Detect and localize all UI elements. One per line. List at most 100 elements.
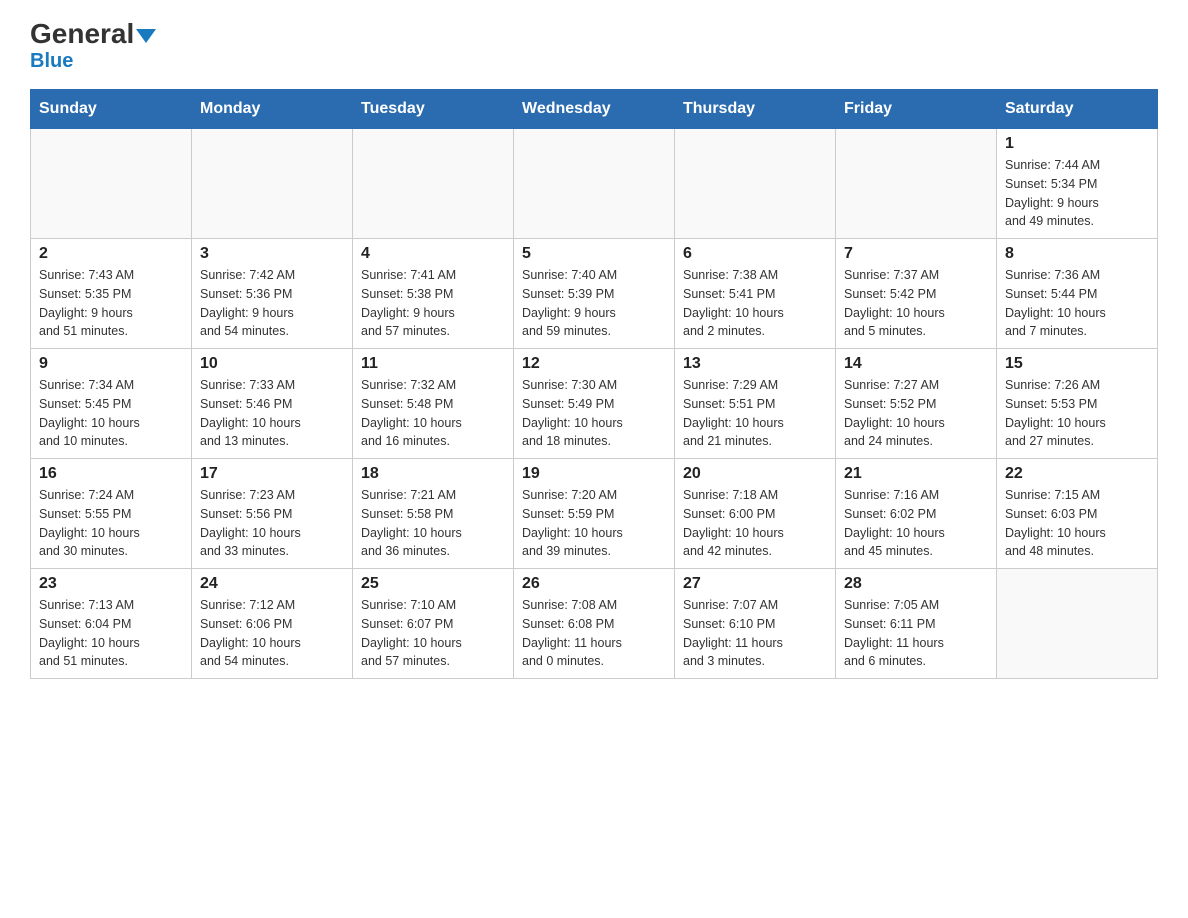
day-number: 7	[844, 245, 988, 263]
column-header-monday: Monday	[192, 90, 353, 129]
day-cell: 24 Sunrise: 7:12 AM Sunset: 6:06 PM Dayli…	[192, 569, 353, 679]
day-info-text: Sunrise: 7:33 AM Sunset: 5:46 PM Dayligh…	[200, 376, 344, 451]
day-info-text: Sunrise: 7:18 AM Sunset: 6:00 PM Dayligh…	[683, 486, 827, 561]
day-cell: 15 Sunrise: 7:26 AM Sunset: 5:53 PM Dayli…	[997, 349, 1158, 459]
page-header: General Blue	[30, 20, 1158, 73]
day-info-text: Sunrise: 7:40 AM Sunset: 5:39 PM Dayligh…	[522, 266, 666, 341]
day-cell: 4 Sunrise: 7:41 AM Sunset: 5:38 PM Daylig…	[353, 239, 514, 349]
week-row-3: 9 Sunrise: 7:34 AM Sunset: 5:45 PM Daylig…	[31, 349, 1158, 459]
day-number: 3	[200, 245, 344, 263]
day-number: 22	[1005, 465, 1149, 483]
week-row-1: 1 Sunrise: 7:44 AM Sunset: 5:34 PM Daylig…	[31, 129, 1158, 239]
day-info-text: Sunrise: 7:26 AM Sunset: 5:53 PM Dayligh…	[1005, 376, 1149, 451]
day-cell: 1 Sunrise: 7:44 AM Sunset: 5:34 PM Daylig…	[997, 129, 1158, 239]
day-info-text: Sunrise: 7:30 AM Sunset: 5:49 PM Dayligh…	[522, 376, 666, 451]
day-cell: 14Sunrise: 7:27 AM Sunset: 5:52 PM Dayli…	[836, 349, 997, 459]
day-number: 13	[683, 355, 827, 373]
day-info-text: Sunrise: 7:23 AM Sunset: 5:56 PM Dayligh…	[200, 486, 344, 561]
day-cell: 17 Sunrise: 7:23 AM Sunset: 5:56 PM Dayli…	[192, 459, 353, 569]
day-cell	[31, 129, 192, 239]
day-number: 2	[39, 245, 183, 263]
day-info-text: Sunrise: 7:21 AM Sunset: 5:58 PM Dayligh…	[361, 486, 505, 561]
day-cell: 21Sunrise: 7:16 AM Sunset: 6:02 PM Dayli…	[836, 459, 997, 569]
day-number: 20	[683, 465, 827, 483]
day-number: 25	[361, 575, 505, 593]
column-header-thursday: Thursday	[675, 90, 836, 129]
calendar-header-row: SundayMondayTuesdayWednesdayThursdayFrid…	[31, 90, 1158, 129]
day-info-text: Sunrise: 7:20 AM Sunset: 5:59 PM Dayligh…	[522, 486, 666, 561]
day-cell: 18 Sunrise: 7:21 AM Sunset: 5:58 PM Dayli…	[353, 459, 514, 569]
day-number: 26	[522, 575, 666, 593]
day-info-text: Sunrise: 7:41 AM Sunset: 5:38 PM Dayligh…	[361, 266, 505, 341]
day-cell: 3 Sunrise: 7:42 AM Sunset: 5:36 PM Daylig…	[192, 239, 353, 349]
day-cell	[675, 129, 836, 239]
day-cell: 25 Sunrise: 7:10 AM Sunset: 6:07 PM Dayli…	[353, 569, 514, 679]
day-cell: 5 Sunrise: 7:40 AM Sunset: 5:39 PM Daylig…	[514, 239, 675, 349]
day-number: 12	[522, 355, 666, 373]
day-info-text: Sunrise: 7:05 AM Sunset: 6:11 PM Dayligh…	[844, 596, 988, 671]
day-cell	[836, 129, 997, 239]
logo: General Blue	[30, 20, 156, 73]
day-number: 27	[683, 575, 827, 593]
day-cell: 13 Sunrise: 7:29 AM Sunset: 5:51 PM Dayli…	[675, 349, 836, 459]
day-cell: 19 Sunrise: 7:20 AM Sunset: 5:59 PM Dayli…	[514, 459, 675, 569]
column-header-saturday: Saturday	[997, 90, 1158, 129]
day-cell: 8Sunrise: 7:36 AM Sunset: 5:44 PM Daylig…	[997, 239, 1158, 349]
logo-blue-text: Blue	[30, 50, 73, 73]
day-number: 5	[522, 245, 666, 263]
day-cell: 12 Sunrise: 7:30 AM Sunset: 5:49 PM Dayli…	[514, 349, 675, 459]
calendar-table: SundayMondayTuesdayWednesdayThursdayFrid…	[30, 89, 1158, 679]
day-cell: 22 Sunrise: 7:15 AM Sunset: 6:03 PM Dayli…	[997, 459, 1158, 569]
day-cell: 23 Sunrise: 7:13 AM Sunset: 6:04 PM Dayli…	[31, 569, 192, 679]
day-info-text: Sunrise: 7:43 AM Sunset: 5:35 PM Dayligh…	[39, 266, 183, 341]
day-cell: 28 Sunrise: 7:05 AM Sunset: 6:11 PM Dayli…	[836, 569, 997, 679]
day-number: 6	[683, 245, 827, 263]
day-number: 11	[361, 355, 505, 373]
day-info-text: Sunrise: 7:38 AM Sunset: 5:41 PM Dayligh…	[683, 266, 827, 341]
day-info-text: Sunrise: 7:10 AM Sunset: 6:07 PM Dayligh…	[361, 596, 505, 671]
day-number: 16	[39, 465, 183, 483]
day-info-text: Sunrise: 7:34 AM Sunset: 5:45 PM Dayligh…	[39, 376, 183, 451]
logo-triangle-icon	[136, 29, 156, 43]
day-cell: 2 Sunrise: 7:43 AM Sunset: 5:35 PM Daylig…	[31, 239, 192, 349]
day-number: 15	[1005, 355, 1149, 373]
day-info-text: Sunrise: 7:42 AM Sunset: 5:36 PM Dayligh…	[200, 266, 344, 341]
day-info-text: Sunrise: 7:36 AM Sunset: 5:44 PM Dayligh…	[1005, 266, 1149, 341]
day-number: 18	[361, 465, 505, 483]
week-row-5: 23 Sunrise: 7:13 AM Sunset: 6:04 PM Dayli…	[31, 569, 1158, 679]
day-number: 1	[1005, 135, 1149, 153]
column-header-tuesday: Tuesday	[353, 90, 514, 129]
logo-general-text: General	[30, 20, 156, 48]
day-info-text: Sunrise: 7:16 AM Sunset: 6:02 PM Dayligh…	[844, 486, 988, 561]
day-number: 17	[200, 465, 344, 483]
week-row-4: 16 Sunrise: 7:24 AM Sunset: 5:55 PM Dayli…	[31, 459, 1158, 569]
day-cell: 20 Sunrise: 7:18 AM Sunset: 6:00 PM Dayli…	[675, 459, 836, 569]
day-cell: 6 Sunrise: 7:38 AM Sunset: 5:41 PM Daylig…	[675, 239, 836, 349]
day-cell	[514, 129, 675, 239]
day-cell: 26Sunrise: 7:08 AM Sunset: 6:08 PM Dayli…	[514, 569, 675, 679]
day-number: 9	[39, 355, 183, 373]
column-header-wednesday: Wednesday	[514, 90, 675, 129]
day-info-text: Sunrise: 7:15 AM Sunset: 6:03 PM Dayligh…	[1005, 486, 1149, 561]
day-number: 24	[200, 575, 344, 593]
day-cell: 7Sunrise: 7:37 AM Sunset: 5:42 PM Daylig…	[836, 239, 997, 349]
day-cell	[997, 569, 1158, 679]
day-number: 28	[844, 575, 988, 593]
day-number: 19	[522, 465, 666, 483]
day-info-text: Sunrise: 7:13 AM Sunset: 6:04 PM Dayligh…	[39, 596, 183, 671]
day-cell: 16 Sunrise: 7:24 AM Sunset: 5:55 PM Dayli…	[31, 459, 192, 569]
week-row-2: 2 Sunrise: 7:43 AM Sunset: 5:35 PM Daylig…	[31, 239, 1158, 349]
day-cell: 9 Sunrise: 7:34 AM Sunset: 5:45 PM Daylig…	[31, 349, 192, 459]
day-info-text: Sunrise: 7:44 AM Sunset: 5:34 PM Dayligh…	[1005, 156, 1149, 231]
day-info-text: Sunrise: 7:12 AM Sunset: 6:06 PM Dayligh…	[200, 596, 344, 671]
column-header-sunday: Sunday	[31, 90, 192, 129]
day-cell: 10Sunrise: 7:33 AM Sunset: 5:46 PM Dayli…	[192, 349, 353, 459]
day-info-text: Sunrise: 7:24 AM Sunset: 5:55 PM Dayligh…	[39, 486, 183, 561]
day-number: 23	[39, 575, 183, 593]
day-cell: 11 Sunrise: 7:32 AM Sunset: 5:48 PM Dayli…	[353, 349, 514, 459]
day-cell	[353, 129, 514, 239]
day-info-text: Sunrise: 7:29 AM Sunset: 5:51 PM Dayligh…	[683, 376, 827, 451]
day-info-text: Sunrise: 7:32 AM Sunset: 5:48 PM Dayligh…	[361, 376, 505, 451]
day-number: 4	[361, 245, 505, 263]
day-number: 14	[844, 355, 988, 373]
